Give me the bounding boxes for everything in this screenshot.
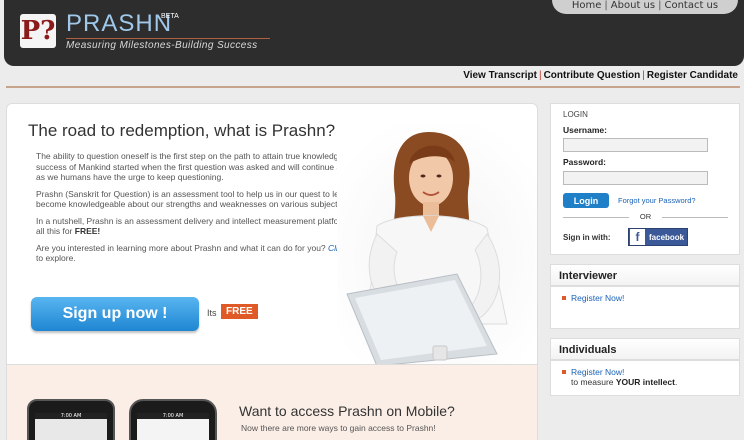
interviewer-panel: Interviewer Register Now! [550,264,740,329]
site-header: Home | About us | Contact us P? PRASHN B… [4,0,744,66]
phone-status-bar: 7:00 AM [137,413,209,419]
contact-us-link[interactable]: Contact us [664,0,718,11]
intro-paragraph: The ability to question oneself is the f… [36,151,364,182]
sign-in-with-label: Sign in with: [563,233,611,242]
home-link[interactable]: Home [572,0,602,11]
mobile-subtitle: Now there are more ways to gain access t… [241,423,436,433]
about-us-link[interactable]: About us [611,0,655,11]
phone-image: 7:00 AM [129,399,217,440]
username-input[interactable] [563,138,708,152]
page-title: The road to redemption, what is Prashn? [28,121,336,140]
its-label: Its [207,308,217,318]
main-nav: View Transcript | Contribute Question | Regi… [463,70,738,81]
phone-image: 7:00 AM [27,399,115,440]
brand-name[interactable]: PRASHN [66,10,172,38]
register-candidate-link[interactable]: Register Candidate [647,70,738,81]
intro-panel: The road to redemption, what is Prashn? … [6,103,538,365]
facebook-login-button[interactable]: f facebook [628,228,688,246]
intro-paragraph: Are you interested in learning more abou… [36,243,372,264]
or-divider: OR [563,212,728,221]
contribute-question-link[interactable]: Contribute Question [544,70,641,81]
intro-text: The ability to question oneself is the f… [36,151,372,270]
beta-label: BETA [161,13,179,20]
nav-divider [6,86,740,88]
login-title: LOGIN [563,110,588,119]
facebook-label: facebook [649,232,685,242]
interviewer-heading: Interviewer [551,265,739,287]
hero-woman-image [337,124,537,364]
separator: | [604,0,608,11]
tagline: Measuring Milestones-Building Success [66,40,258,51]
individuals-panel: Individuals Register Now! to measure YOU… [550,338,740,396]
mobile-promo: 7:00 AM 7:00 AM Want to access Prashn on… [6,365,538,440]
top-links: Home | About us | Contact us [552,0,738,14]
interviewer-register-link[interactable]: Register Now! [551,293,739,303]
individuals-heading: Individuals [551,339,739,361]
logo-mark: P? [20,16,56,46]
forgot-password-link[interactable]: Forgot your Password? [618,196,696,205]
free-emphasis: FREE! [74,226,101,236]
view-transcript-link[interactable]: View Transcript [463,70,537,81]
mobile-title: Want to access Prashn on Mobile? [239,403,455,419]
tagline-divider [66,38,270,39]
password-input[interactable] [563,171,708,185]
login-box: LOGIN Username: Password: Login Forgot y… [550,103,740,255]
intro-paragraph: Prashn (Sanskrit for Question) is an ass… [36,188,368,210]
login-button[interactable]: Login [563,193,609,208]
phone-status-bar: 7:00 AM [35,413,107,419]
logo[interactable]: P? [20,14,56,48]
password-label: Password: [563,157,606,167]
username-label: Username: [563,125,607,135]
sign-up-button[interactable]: Sign up now ! [31,297,199,331]
separator: | [642,70,645,81]
separator: | [538,70,542,81]
facebook-icon: f [630,229,645,245]
individuals-note: to measure YOUR intellect. [571,377,678,387]
free-badge: FREE [221,304,258,319]
intro-paragraph: In a nutshell, Prashn is an assessment d… [36,215,368,237]
individuals-register-link[interactable]: Register Now! [551,367,739,377]
separator: | [658,0,662,11]
